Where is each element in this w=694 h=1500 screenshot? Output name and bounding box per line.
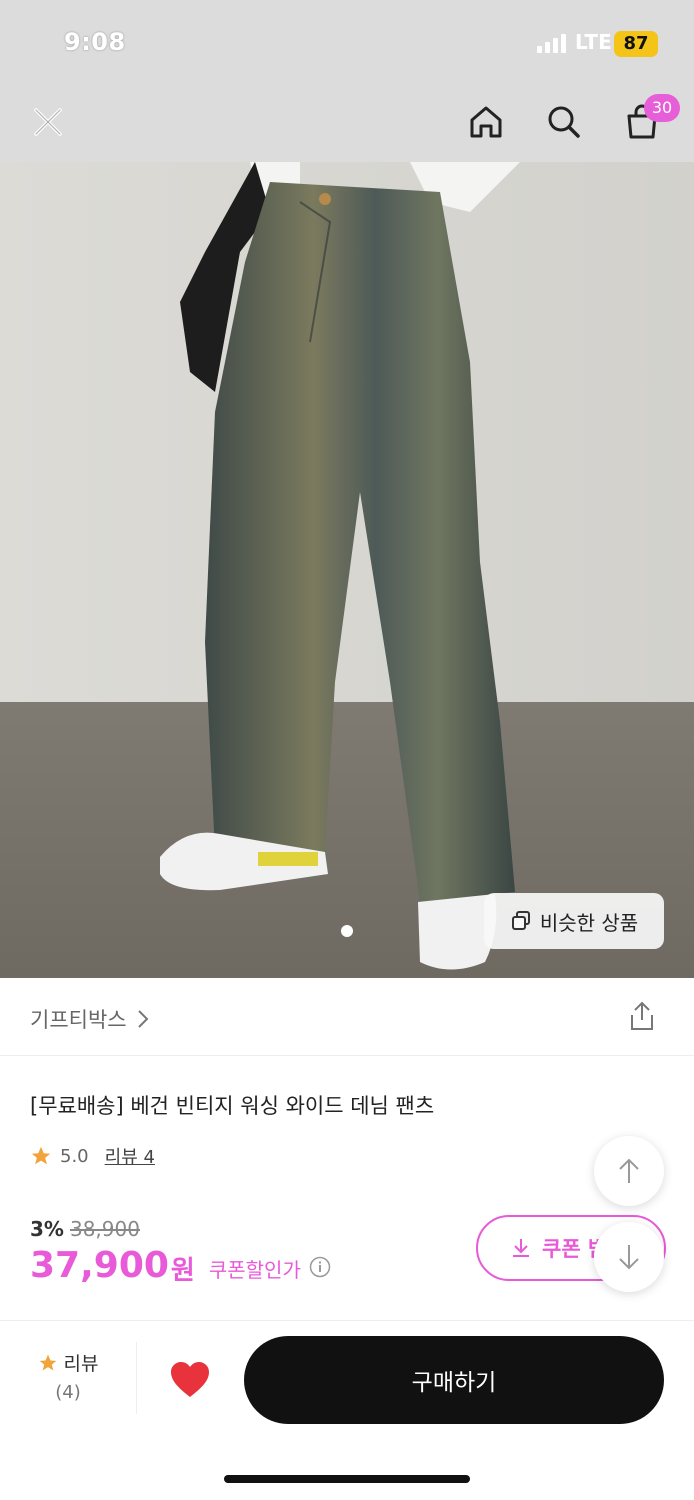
buy-button[interactable]: 구매하기 (244, 1336, 664, 1424)
search-icon[interactable] (542, 100, 586, 144)
top-nav (0, 88, 694, 162)
close-icon[interactable] (26, 100, 70, 144)
star-icon (31, 1146, 51, 1165)
brand-link[interactable]: 기프티박스 (30, 1004, 149, 1034)
rating-row: 5.0 리뷰 4 (30, 1143, 155, 1169)
review-tab-count: (4) (55, 1382, 81, 1403)
rating-value: 5.0 (60, 1145, 89, 1167)
copy-icon (511, 911, 530, 930)
image-pagination-dot (341, 925, 353, 937)
home-indicator (224, 1475, 470, 1483)
price-row: 37,900 원 쿠폰할인가 (30, 1244, 331, 1287)
currency-label: 원 (170, 1256, 195, 1286)
product-title: [무료배송] 베건 빈티지 워싱 와이드 데님 팬츠 (30, 1094, 435, 1118)
brand-row: 기프티박스 (0, 978, 694, 1056)
arrow-down-icon (619, 1245, 639, 1270)
status-time: 9:08 (64, 28, 126, 56)
sale-price: 37,900 (30, 1245, 169, 1286)
review-tab-label: 리뷰 (63, 1353, 99, 1375)
chevron-right-icon (137, 1010, 149, 1028)
signal-icon (537, 33, 566, 53)
star-icon (39, 1354, 56, 1370)
download-icon (513, 1239, 529, 1257)
discount-row: 3% 38,900 (30, 1217, 140, 1241)
divider (136, 1342, 137, 1414)
status-bar: 9:08 LTE 87 (0, 0, 694, 88)
share-icon[interactable] (626, 1000, 658, 1036)
review-link[interactable]: 리뷰 4 (105, 1143, 155, 1169)
arrow-up-icon (619, 1158, 639, 1183)
cart-count-badge: 30 (644, 94, 680, 122)
product-photo (0, 162, 694, 978)
scroll-down-button[interactable] (594, 1222, 664, 1292)
battery-icon: 87 (614, 31, 658, 57)
coupon-price-label: 쿠폰할인가 (208, 1258, 301, 1282)
product-image[interactable]: 비슷한 상품 (0, 162, 694, 978)
network-label: LTE (575, 30, 612, 54)
home-icon[interactable] (464, 100, 508, 144)
discount-rate: 3% (30, 1217, 64, 1241)
similar-products-button[interactable]: 비슷한 상품 (484, 893, 664, 949)
original-price: 38,900 (69, 1217, 140, 1241)
info-icon[interactable] (309, 1256, 331, 1282)
review-tab-button[interactable]: 리뷰 (4) (0, 1336, 136, 1416)
heart-icon (171, 1362, 209, 1397)
similar-products-label: 비슷한 상품 (539, 910, 639, 935)
wishlist-button[interactable] (166, 1356, 214, 1404)
scroll-up-button[interactable] (594, 1136, 664, 1206)
brand-name: 기프티박스 (30, 1008, 127, 1032)
